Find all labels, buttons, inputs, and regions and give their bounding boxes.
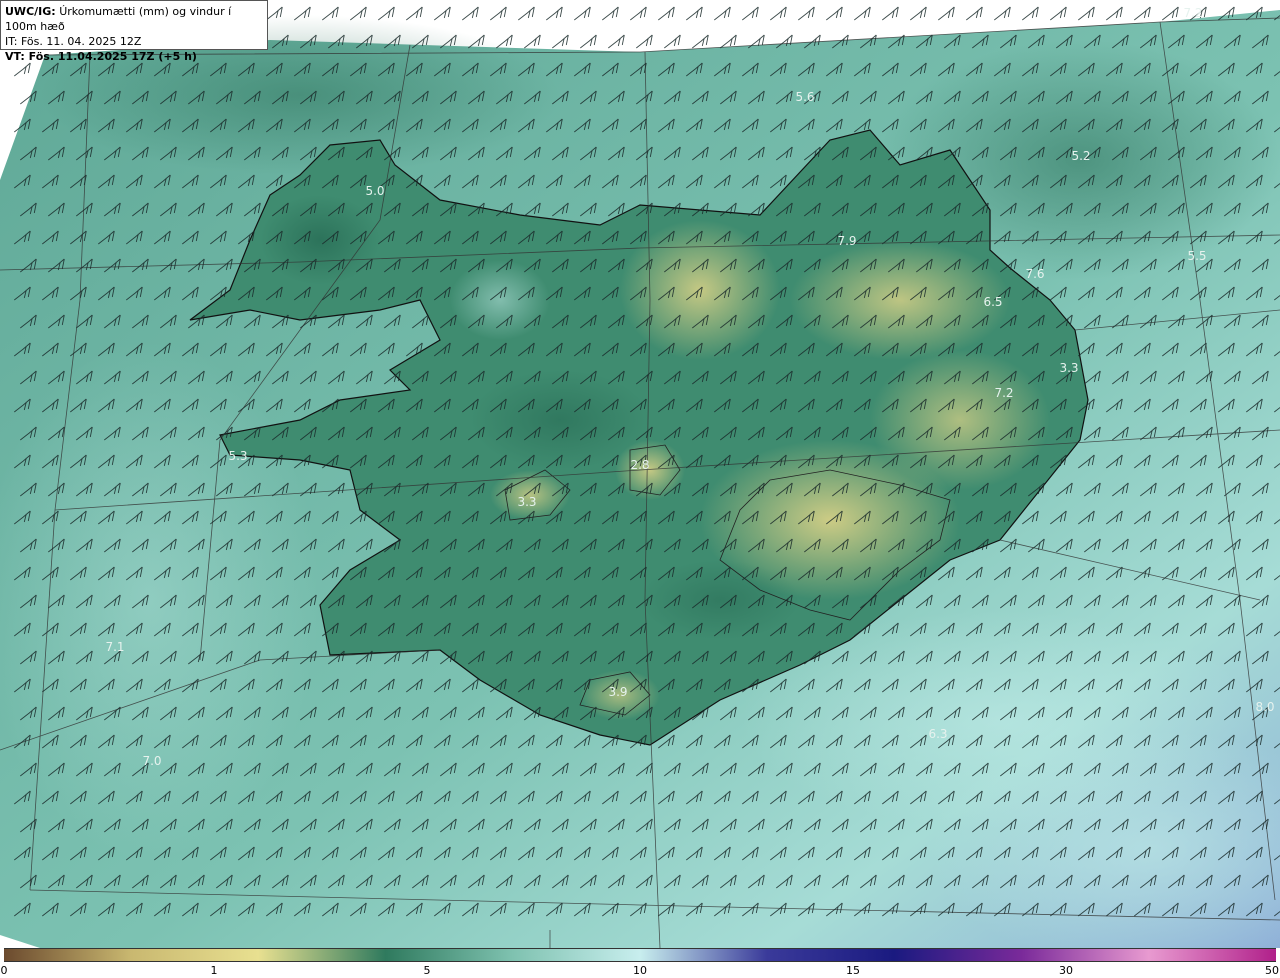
colorbar-tick-label: 0 xyxy=(0,964,8,977)
map-value-label: 5.5 xyxy=(1187,249,1206,263)
map-value-label: 6.3 xyxy=(928,727,947,741)
colorbar-tick-label: 30 xyxy=(1059,964,1073,977)
map-value-label: 7.2 xyxy=(994,386,1013,400)
colorbar-strip xyxy=(4,948,1276,962)
colorbar-tick-label: 5 xyxy=(423,964,431,977)
map-value-label: 7.1 xyxy=(105,640,124,654)
colorbar-tick-label: 50 xyxy=(1265,964,1279,977)
map-value-label: 3.3 xyxy=(1059,361,1078,375)
map-value-label: 5.0 xyxy=(365,184,384,198)
init-time: IT: Fös. 11. 04. 2025 12Z xyxy=(5,35,142,48)
colorbar: 0 1 5 10 15 30 50 xyxy=(0,948,1280,978)
valid-time: VT: Fös. 11.04.2025 17Z (+5 h) xyxy=(5,50,197,63)
map-value-label: 3.9 xyxy=(608,685,627,699)
map-legend-box: UWC/IG: Úrkomumætti (mm) og vindur í 100… xyxy=(0,0,268,63)
map-value-label: 5.6 xyxy=(795,90,814,104)
map-value-label: 6.5 xyxy=(983,295,1002,309)
colorbar-tick-label: 1 xyxy=(210,964,218,977)
map-value-label: 5.2 xyxy=(1071,149,1090,163)
map-value-label: 7.2 xyxy=(1183,6,1202,20)
map-value-label: 7.9 xyxy=(837,234,856,248)
model-name: UWC/IG: xyxy=(5,5,56,18)
forecast-map: 7.2 5.6 5.2 5.0 7.9 7.6 5.5 6.5 3.3 7.2 2.8 3.3 3.9 7… xyxy=(0,0,1280,948)
colorbar-tick-label: 15 xyxy=(846,964,860,977)
map-value-label: 5.3 xyxy=(228,449,247,463)
map-value-label: 2.8 xyxy=(630,458,649,472)
map-value-label: 7.6 xyxy=(1025,267,1044,281)
map-value-label: 3.3 xyxy=(517,495,536,509)
map-value-label: 7.0 xyxy=(142,754,161,768)
colorbar-tick-label: 10 xyxy=(633,964,647,977)
map-value-label: 8.0 xyxy=(1255,700,1274,714)
